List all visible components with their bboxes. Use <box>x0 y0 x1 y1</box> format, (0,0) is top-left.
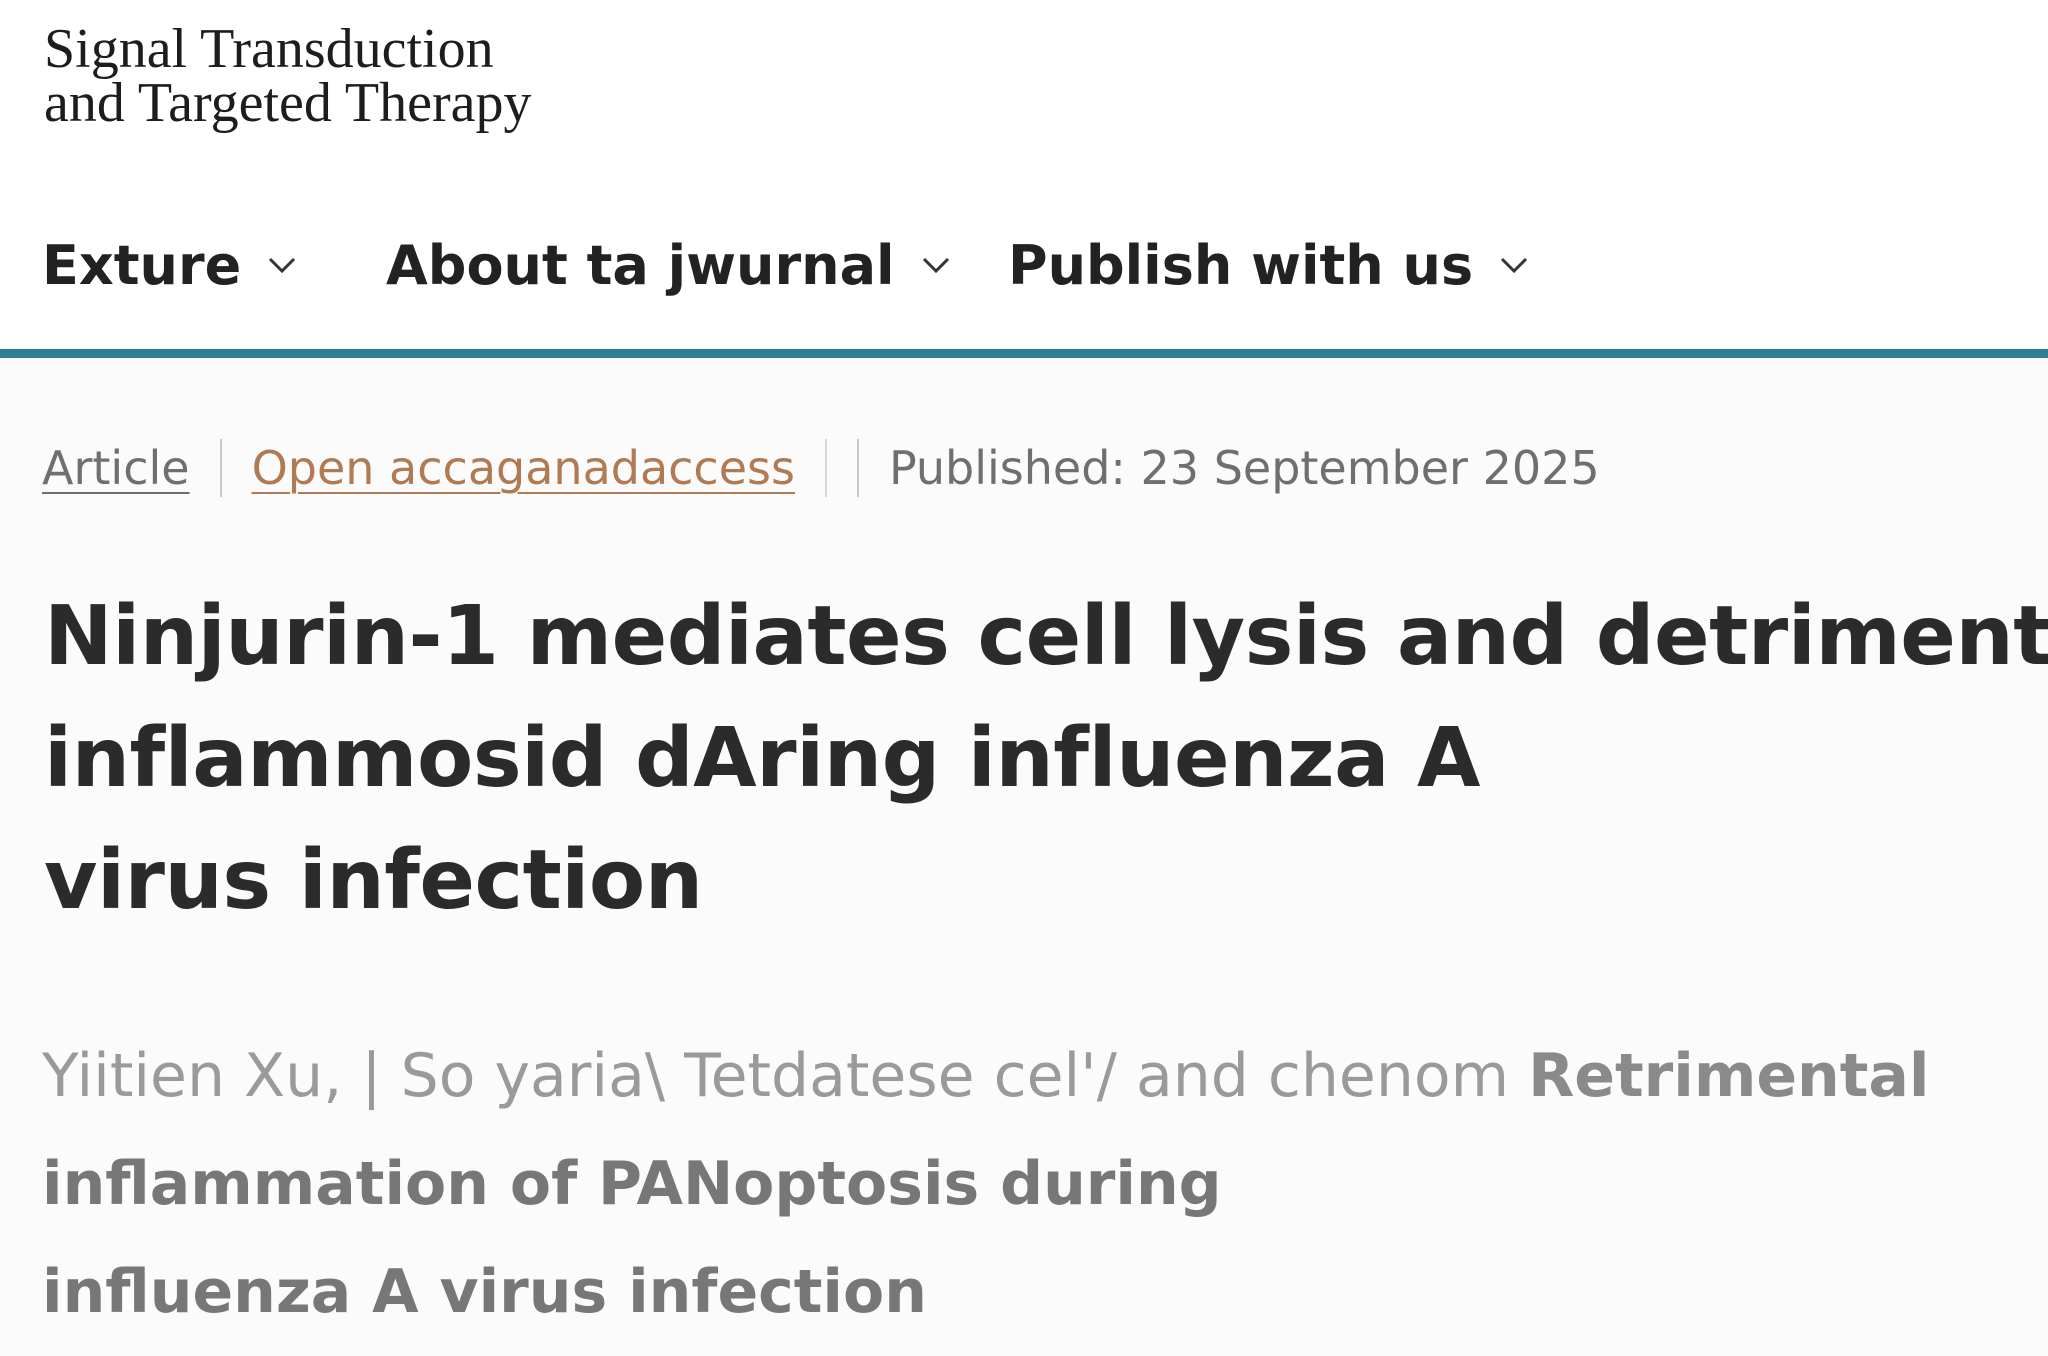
nav-publish-label: Publish with us <box>1008 233 1474 297</box>
article-type-link[interactable]: Article <box>42 441 190 495</box>
published-date: Published: 23 September 2025 <box>888 441 1600 495</box>
article-title: Ninjurin-1 mediates cell lysis and detri… <box>44 576 2048 942</box>
nav-about-journal-label: About ta jwurnal <box>386 233 895 297</box>
nav-explore-label: Exture <box>42 233 242 297</box>
article-title-line1: Ninjurin-1 mediates cell lysis and detri… <box>44 589 2048 684</box>
journal-title-line2: and Targeted Therapy <box>44 72 532 134</box>
author-list: Yiitien Xu, | So yaria\ Tetdatese cel'/ … <box>42 1022 1930 1346</box>
article-title-line3: virus infection <box>44 833 703 928</box>
chevron-down-icon <box>922 257 949 274</box>
nav-explore[interactable]: Exture <box>42 230 299 300</box>
meta-divider <box>824 439 827 497</box>
chevron-down-icon <box>269 257 296 274</box>
meta-divider <box>219 439 222 497</box>
author-line2: inflammation of PANoptosis during <box>42 1149 1222 1219</box>
author-line1: Yiitien Xu, | So yaria\ Tetdatese cel'/ … <box>42 1022 1930 1130</box>
author-line3: influenza A virus infection <box>42 1257 927 1327</box>
article-meta: Article Open accaganadaccess Published: … <box>42 438 1600 498</box>
journal-title-line1: Signal Transduction <box>44 18 494 80</box>
site-header: Signal Transduction and Targeted Therapy <box>0 0 2048 168</box>
main-nav: Exture About ta jwurnal Publish with us <box>0 168 2048 358</box>
article-title-line2: inflammosid dAring influenza A <box>44 711 1481 806</box>
author-line1-plain[interactable]: Yiitien Xu, | So yaria\ Tetdatese cel'/ … <box>42 1041 1509 1111</box>
nav-publish-with-us[interactable]: Publish with us <box>1008 230 1531 300</box>
author-line1-bold: Retrimental <box>1528 1041 1930 1111</box>
journal-logo[interactable]: Signal Transduction and Targeted Therapy <box>44 18 532 134</box>
chevron-down-icon <box>1501 257 1528 274</box>
open-access-link[interactable]: Open accaganadaccess <box>252 441 795 495</box>
nav-about-journal[interactable]: About ta jwurnal <box>386 230 953 300</box>
meta-divider <box>856 439 859 497</box>
